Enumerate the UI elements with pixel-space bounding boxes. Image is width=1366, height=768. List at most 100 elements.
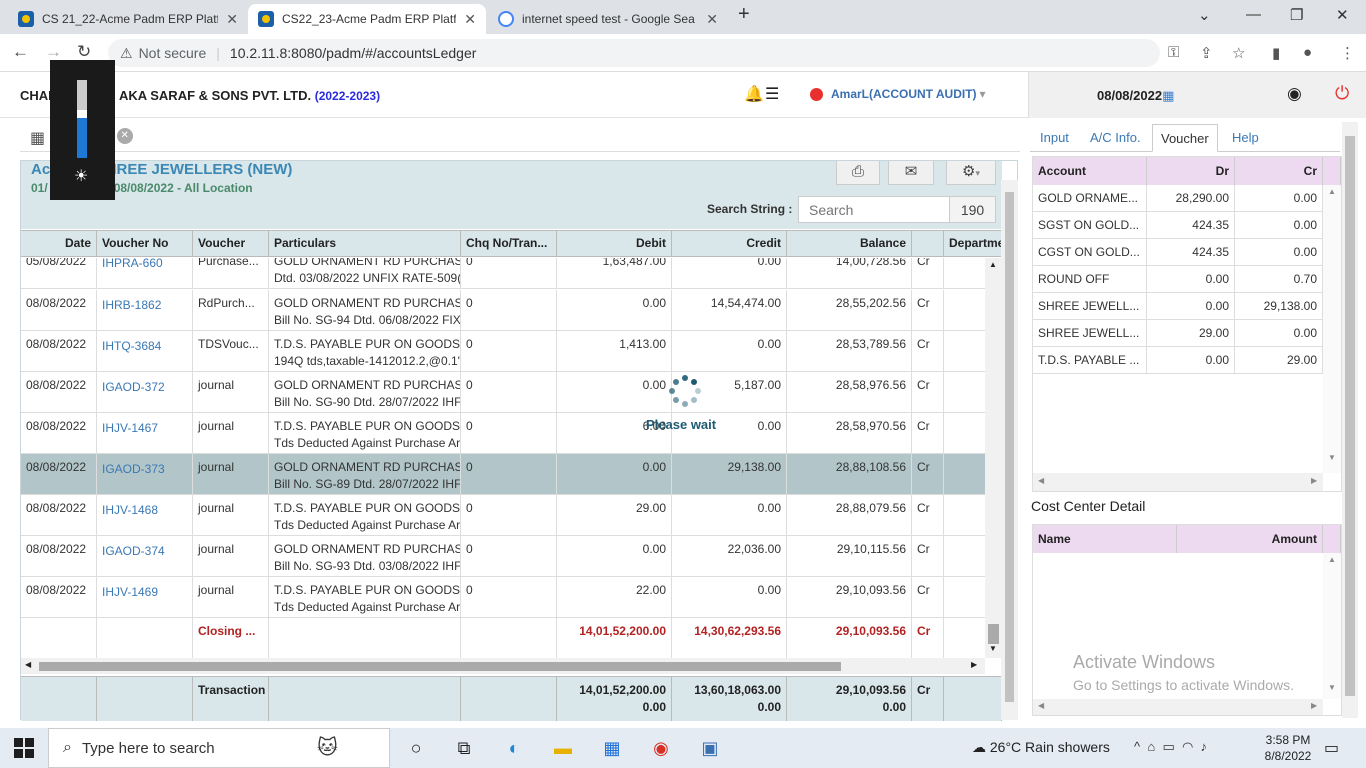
- cost-vertical-scrollbar[interactable]: ▲ ▼: [1323, 553, 1341, 699]
- email-button[interactable]: ✉: [888, 161, 934, 185]
- store-icon[interactable]: ▦: [600, 736, 624, 760]
- tab-search-icon[interactable]: ⌄: [1198, 6, 1211, 24]
- list-menu-icon[interactable]: ☰: [765, 84, 779, 104]
- close-icon[interactable]: ✕: [116, 128, 133, 144]
- grid-vertical-scrollbar[interactable]: ▲ ▼: [985, 258, 1002, 658]
- voucher-row[interactable]: T.D.S. PAYABLE ... 0.00 29.00: [1033, 347, 1323, 374]
- voucher-column-header[interactable]: Dr: [1147, 157, 1235, 185]
- edge-icon[interactable]: ◐: [502, 736, 526, 760]
- close-tab-icon[interactable]: ✕: [464, 11, 476, 28]
- table-row[interactable]: 08/08/2022 IHJV-1467 journal T.D.S. PAYABLE…: [21, 413, 985, 454]
- column-header[interactable]: Date: [21, 231, 97, 256]
- calendar-icon[interactable]: ▦: [1162, 88, 1174, 103]
- scroll-right-icon[interactable]: ▶: [1311, 476, 1317, 485]
- column-header[interactable]: Particulars: [269, 231, 461, 256]
- voucher-link[interactable]: IHTQ-3684: [97, 331, 193, 372]
- profile-icon[interactable]: ●: [1303, 44, 1312, 61]
- voucher-horizontal-scrollbar[interactable]: ◀ ▶: [1033, 473, 1323, 491]
- back-icon[interactable]: ←: [12, 42, 29, 62]
- reload-icon[interactable]: ↻: [77, 42, 91, 62]
- tab-help[interactable]: Help: [1224, 124, 1267, 152]
- voucher-vertical-scrollbar[interactable]: ▲ ▼: [1323, 185, 1341, 473]
- voucher-row[interactable]: CGST ON GOLD... 424.35 0.00: [1033, 239, 1323, 266]
- cost-column-header[interactable]: Name: [1033, 525, 1177, 553]
- column-header[interactable]: [912, 231, 944, 256]
- table-row[interactable]: 08/08/2022 IGAOD-374 journal GOLD ORNAMENT …: [21, 536, 985, 577]
- voucher-link[interactable]: IHPRA-660: [97, 258, 193, 289]
- grid-menu-icon[interactable]: ▦: [30, 128, 45, 148]
- task-view-icon[interactable]: ⧉: [452, 736, 476, 760]
- voucher-column-header[interactable]: Account: [1033, 157, 1147, 185]
- close-window-icon[interactable]: ✕: [1336, 6, 1349, 24]
- table-row[interactable]: 08/08/2022 IGAOD-372 journal GOLD ORNAMENT …: [21, 372, 985, 413]
- column-header[interactable]: Voucher: [193, 231, 269, 256]
- column-header[interactable]: Departme: [944, 231, 1002, 256]
- voucher-link[interactable]: IHJV-1469: [97, 577, 193, 618]
- voucher-link[interactable]: IGAOD-372: [97, 372, 193, 413]
- voucher-row[interactable]: SHREE JEWELL... 29.00 0.00: [1033, 320, 1323, 347]
- voucher-row[interactable]: SHREE JEWELL... 0.00 29,138.00: [1033, 293, 1323, 320]
- table-row[interactable]: 08/08/2022 IHJV-1468 journal T.D.S. PAYABLE…: [21, 495, 985, 536]
- cortana-icon[interactable]: ○: [404, 736, 428, 760]
- voucher-row[interactable]: GOLD ORNAME... 28,290.00 0.00: [1033, 185, 1323, 212]
- column-header[interactable]: Voucher No: [97, 231, 193, 256]
- user-menu[interactable]: AmarL(ACCOUNT AUDIT) ▾: [810, 87, 986, 101]
- bell-icon[interactable]: 🔔: [744, 84, 764, 104]
- table-row[interactable]: 08/08/2022 IGAOD-373 journal GOLD ORNAMENT …: [21, 454, 985, 495]
- voucher-link[interactable]: IGAOD-374: [97, 536, 193, 577]
- voucher-link[interactable]: IHRB-1862: [97, 290, 193, 331]
- menu-dots-icon[interactable]: ⋮: [1340, 44, 1355, 62]
- chrome-icon[interactable]: ◉: [649, 736, 673, 760]
- tab-a-c-info[interactable]: A/C Info.: [1082, 124, 1149, 152]
- search-input[interactable]: [798, 196, 950, 223]
- page-scrollbar[interactable]: [1001, 180, 1018, 720]
- scroll-up-icon[interactable]: ▲: [1328, 555, 1336, 564]
- print-button[interactable]: ⎙: [836, 161, 880, 185]
- table-row[interactable]: 05/08/2022 IHPRA-660 Purchase... GOLD ORNAM…: [21, 258, 985, 289]
- bookmark-star-icon[interactable]: ☆: [1232, 44, 1245, 62]
- cost-column-header[interactable]: Amount: [1177, 525, 1323, 553]
- scroll-down-icon[interactable]: ▼: [1328, 453, 1336, 462]
- voucher-column-header[interactable]: Cr: [1235, 157, 1323, 185]
- taskbar-search[interactable]: ⌕ Type here to search 🐱: [48, 728, 390, 768]
- scroll-up-icon[interactable]: ▲: [1328, 187, 1336, 196]
- grid-horizontal-scrollbar[interactable]: ◀ ▶: [21, 658, 985, 674]
- scroll-left-icon[interactable]: ◀: [25, 660, 31, 669]
- scroll-left-icon[interactable]: ◀: [1038, 476, 1044, 485]
- table-row[interactable]: 08/08/2022 IHRB-1862 RdPurch... GOLD ORNAME…: [21, 290, 985, 331]
- voucher-link[interactable]: IHJV-1468: [97, 495, 193, 536]
- power-icon[interactable]: ⏻: [1335, 83, 1349, 104]
- notification-icon[interactable]: ▭: [1324, 738, 1339, 758]
- table-row[interactable]: 08/08/2022 IHTQ-3684 TDSVouc... T.D.S. PAYA…: [21, 331, 985, 372]
- browser-tab-1[interactable]: CS 21_22-Acme Padm ERP Platfo ✕: [8, 4, 248, 34]
- clock[interactable]: 3:58 PM 8/8/2022: [1258, 732, 1318, 764]
- key-icon[interactable]: ⚿: [1168, 44, 1179, 61]
- system-tray[interactable]: ^ ⌂ ▭ ◠ ♪: [1134, 739, 1207, 755]
- minimize-icon[interactable]: —: [1246, 6, 1261, 23]
- right-panel-scrollbar[interactable]: [1342, 122, 1358, 718]
- file-explorer-icon[interactable]: ▬: [551, 736, 575, 760]
- column-header[interactable]: Chq No/Tran...: [461, 231, 557, 256]
- scroll-right-icon[interactable]: ▶: [971, 660, 977, 669]
- scroll-down-icon[interactable]: ▼: [1328, 683, 1336, 692]
- side-panel-icon[interactable]: ▮: [1272, 44, 1280, 62]
- voucher-link[interactable]: IGAOD-373: [97, 454, 193, 495]
- windows-start-icon[interactable]: [14, 738, 34, 758]
- browser-tab-2[interactable]: CS22_23-Acme Padm ERP Platfo ✕: [248, 4, 486, 34]
- eye-slash-icon[interactable]: ◉: [1287, 84, 1302, 104]
- brightness-slider[interactable]: [77, 110, 87, 118]
- tab-input[interactable]: Input: [1032, 124, 1077, 152]
- scroll-up-icon[interactable]: ▲: [989, 260, 997, 269]
- new-tab-icon[interactable]: +: [738, 3, 750, 26]
- cost-horizontal-scrollbar[interactable]: ◀ ▶: [1033, 699, 1323, 715]
- column-header[interactable]: Debit: [557, 231, 672, 256]
- voucher-link[interactable]: IHJV-1467: [97, 413, 193, 454]
- forward-icon[interactable]: →: [45, 42, 62, 62]
- working-date[interactable]: 08/08/2022▦: [1097, 88, 1174, 104]
- column-header[interactable]: Balance: [787, 231, 912, 256]
- share-icon[interactable]: ⇪: [1200, 44, 1213, 62]
- table-row[interactable]: 08/08/2022 IHJV-1469 journal T.D.S. PAYABLE…: [21, 577, 985, 618]
- browser-tab-3[interactable]: internet speed test - Google Sea ✕: [488, 4, 728, 34]
- maximize-icon[interactable]: ❐: [1290, 6, 1303, 24]
- close-tab-icon[interactable]: ✕: [226, 11, 238, 28]
